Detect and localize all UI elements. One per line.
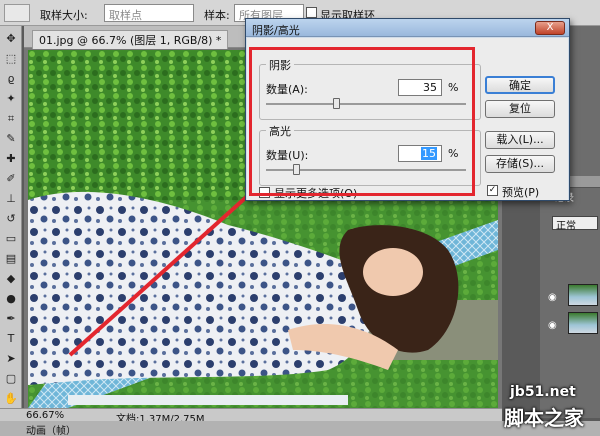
watermark-site: jb51.net — [510, 384, 576, 400]
highlight-box — [249, 47, 475, 196]
layer-thumbnail[interactable] — [568, 284, 598, 306]
blend-mode-select[interactable]: 正常 — [552, 216, 598, 232]
watermark-brand: 脚本之家 — [504, 406, 584, 430]
dialog-title: 阴影/高光 — [252, 24, 300, 37]
status-bar: 66.67% 文档:1.37M/2.75M — [0, 408, 502, 425]
ok-button[interactable]: 确定 — [485, 76, 555, 94]
preview-label[interactable]: 预览(P) — [502, 184, 539, 200]
visibility-eye-icon[interactable]: ◉ — [548, 320, 557, 331]
close-button[interactable]: X — [535, 21, 565, 35]
visibility-eye-icon[interactable]: ◉ — [548, 292, 557, 303]
reset-button[interactable]: 复位 — [485, 100, 555, 118]
animation-label[interactable]: 动画（帧） — [26, 422, 76, 436]
dialog-titlebar[interactable]: 阴影/高光 X — [246, 19, 569, 37]
load-button[interactable]: 载入(L)... — [485, 131, 555, 149]
zoom-level[interactable]: 66.67% — [26, 410, 64, 421]
save-button[interactable]: 存储(S)... — [485, 155, 555, 173]
preview-checkbox[interactable]: ✓ — [487, 185, 498, 196]
photoshop-window: 取样大小: 取样点 样本: 所有图层 显示取样环 ✥ ⬚ ϱ ✦ ⌗ ✎ ✚ ✐… — [0, 0, 600, 436]
layer-thumbnail[interactable] — [568, 312, 598, 334]
